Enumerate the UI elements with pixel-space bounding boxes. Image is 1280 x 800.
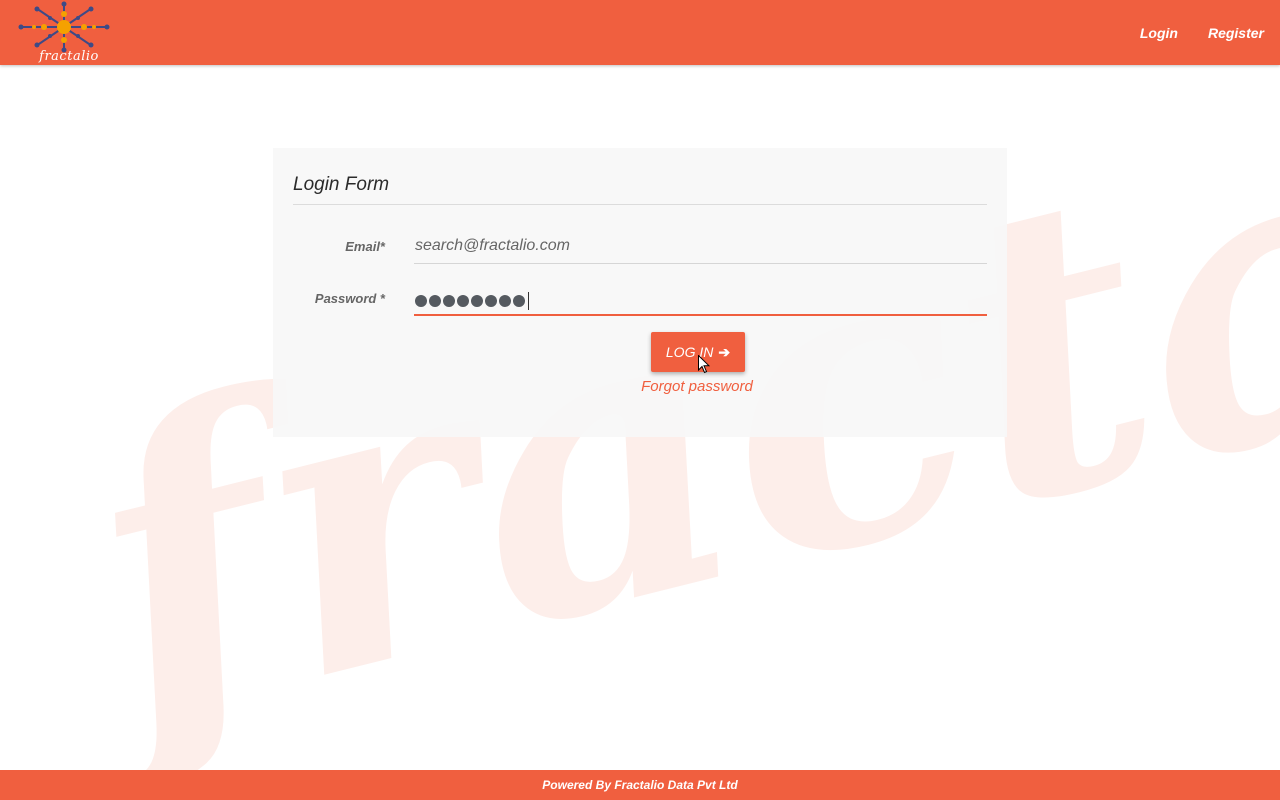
logo-text: fractalio <box>39 49 99 64</box>
arrow-right-icon: ➔ <box>718 343 731 360</box>
password-dot <box>415 295 427 307</box>
password-masked-value <box>415 292 529 310</box>
mouse-pointer-icon <box>698 355 710 374</box>
logo-emblem-icon <box>18 1 110 53</box>
nav-register-link[interactable]: Register <box>1208 25 1264 41</box>
footer-text: Powered By Fractalio Data Pvt Ltd <box>542 778 738 792</box>
brand-logo[interactable]: fractalio <box>14 0 114 65</box>
nav-login-link[interactable]: Login <box>1140 25 1178 41</box>
password-dot <box>513 295 525 307</box>
password-dot <box>471 295 483 307</box>
password-label: Password * <box>314 291 385 306</box>
top-header: fractalio Login Register <box>0 0 1280 65</box>
password-dot <box>443 295 455 307</box>
title-divider <box>293 204 987 205</box>
email-input[interactable] <box>414 228 987 264</box>
login-page: fractalio Login Register Login Form Emai… <box>0 0 1280 800</box>
password-dot <box>499 295 511 307</box>
page-footer: Powered By Fractalio Data Pvt Ltd <box>0 770 1280 800</box>
text-caret <box>528 292 529 310</box>
password-dot <box>485 295 497 307</box>
password-dot <box>429 295 441 307</box>
header-nav: Login Register <box>1110 0 1264 65</box>
forgot-password-link[interactable]: Forgot password <box>273 378 1121 395</box>
password-dot <box>457 295 469 307</box>
form-title: Login Form <box>293 174 390 195</box>
email-label: Email* <box>345 239 385 254</box>
login-form-card: Login Form Email* Password * LOG IN ➔ Fo… <box>273 148 1007 437</box>
